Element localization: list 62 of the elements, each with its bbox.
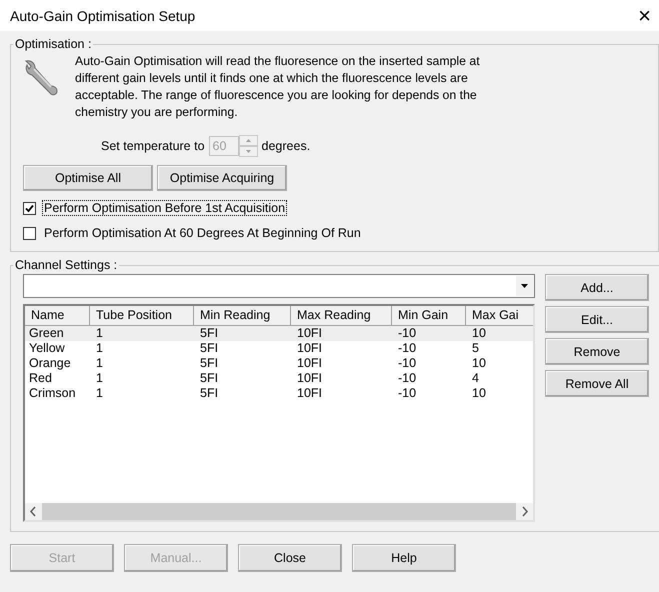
table-cell-text: 5FI	[199, 356, 220, 371]
column-header[interactable]: Tube Position	[90, 306, 194, 326]
dialog-button[interactable]: Close	[238, 544, 342, 572]
table-cell-text: Green	[28, 326, 65, 341]
table-cell-text: Red	[28, 371, 53, 386]
close-button[interactable]: ×	[638, 4, 651, 26]
checkbox-label[interactable]: Perform Optimisation Before 1st Acquisition	[42, 200, 288, 216]
selected-row[interactable]: Green 1 5FI 10FI -10 10	[25, 326, 533, 341]
table-cell-text: Orange	[28, 356, 72, 371]
checkbox[interactable]	[23, 226, 36, 240]
dialog-button[interactable]: Help	[352, 544, 456, 572]
table-row[interactable]: Red 1 5FI 10FI -10 4	[25, 371, 533, 386]
column-header[interactable]: Name	[25, 306, 90, 326]
description-text: Auto-Gain Optimisation will read the fluoresence on the inserted sample at different gain levels until it finds one at which the fluorescence levels are acceptable. The range of fluorescence you are looking for depends on the chemistry you are performing.	[75, 53, 481, 121]
table-row[interactable]: Yellow 1 5FI 10FI -10 5	[25, 341, 533, 356]
channel-button[interactable]: Add...	[545, 274, 649, 301]
table-cell-text: 5	[471, 341, 480, 356]
table-cell-text: 5FI	[199, 341, 220, 356]
table-cell-text: 10	[471, 386, 487, 401]
table-cell-text: 10FI	[296, 341, 324, 356]
channel-button[interactable]: Edit...	[545, 306, 649, 333]
table-cell-text: 5FI	[199, 326, 220, 341]
window-title: Auto-Gain Optimisation Setup	[10, 8, 196, 24]
optimise-button[interactable]: Optimise Acquiring	[157, 165, 287, 191]
channel-button[interactable]: Remove	[545, 338, 649, 365]
table-cell-text: -10	[397, 356, 418, 371]
channel-dropdown[interactable]	[23, 274, 535, 298]
table-cell-text: 5FI	[199, 371, 220, 386]
table-cell-text: 10FI	[296, 356, 324, 371]
checkbox-label[interactable]: Perform Optimisation At 60 Degrees At Beginning Of Run	[42, 225, 363, 241]
table-cell-text: -10	[397, 371, 418, 386]
optimise-button[interactable]: Optimise All	[23, 165, 153, 191]
table-cell-text: Crimson	[28, 386, 77, 401]
table-cell-text: Yellow	[28, 341, 66, 356]
table-cell-text: -10	[397, 386, 418, 401]
table-cell-text: 10	[471, 356, 487, 371]
table-cell-text: -10	[397, 341, 418, 356]
table-row[interactable]: Crimson 1 5FI 10FI -10 10	[25, 386, 533, 401]
column-header[interactable]: Max Reading	[291, 306, 392, 326]
table-cell-text: 1	[95, 326, 104, 341]
unit-label: degrees.	[262, 139, 310, 153]
table-row[interactable]: Orange 1 5FI 10FI -10 10	[25, 356, 533, 371]
table-cell-text: 10	[471, 326, 487, 341]
table-cell-text: 1	[95, 341, 104, 356]
table-cell-text: 1	[95, 371, 104, 386]
group-label: Optimisation :	[14, 37, 92, 51]
table-cell-text: 10FI	[296, 386, 324, 401]
column-header[interactable]: Min Gain	[392, 306, 466, 326]
table-cell-text: -10	[397, 326, 418, 341]
table-cell-text: 5FI	[199, 386, 220, 401]
checkbox[interactable]	[23, 202, 36, 214]
column-header[interactable]: Min Reading	[194, 306, 291, 326]
scrollbar-thumb[interactable]	[42, 503, 516, 520]
table-cell-text: 10FI	[296, 326, 324, 341]
group-label: Channel Settings :	[14, 258, 118, 272]
column-header[interactable]: Max Gai	[466, 306, 533, 326]
table-cell-text: 4	[471, 371, 480, 386]
table-cell-text: 1	[95, 386, 104, 401]
table-cell-text: 10FI	[296, 371, 324, 386]
channel-button[interactable]: Remove All	[545, 370, 649, 397]
temperature-label: Set temperature to	[101, 139, 205, 153]
table-cell-text: 1	[95, 356, 104, 371]
